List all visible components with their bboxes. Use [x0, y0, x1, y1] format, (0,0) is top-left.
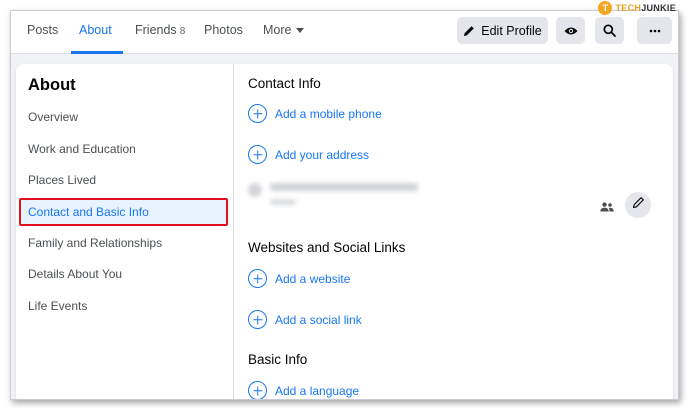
sidebar-item-overview[interactable]: Overview	[28, 110, 78, 124]
friends-count: 8	[179, 26, 186, 37]
add-social-link-link[interactable]: Add a social link	[248, 310, 362, 329]
active-tab-indicator	[71, 51, 123, 54]
profile-nav-bar: Posts About Friends 8 Photos More Edit Pr…	[11, 11, 678, 54]
about-title: About	[28, 76, 76, 94]
sidebar-item-contact-basic-info[interactable]: Contact and Basic Info	[28, 205, 149, 219]
plus-circle-icon	[248, 145, 267, 164]
search-icon	[603, 24, 616, 37]
websites-social-links-title: Websites and Social Links	[248, 240, 406, 255]
add-mobile-phone-label: Add a mobile phone	[275, 106, 382, 121]
friends-audience-icon[interactable]	[600, 199, 614, 217]
sidebar-item-details-about-you[interactable]: Details About You	[28, 267, 122, 281]
pencil-icon	[463, 25, 475, 37]
tab-friends[interactable]: Friends 8	[135, 23, 185, 37]
add-address-link[interactable]: Add your address	[248, 145, 369, 164]
add-address-label: Add your address	[275, 147, 370, 162]
ellipsis-icon	[649, 29, 661, 33]
blurred-email-text	[270, 183, 418, 191]
techjunkie-logo-icon: T	[598, 1, 613, 15]
plus-circle-icon	[248, 310, 267, 329]
email-icon	[248, 183, 262, 197]
tab-posts[interactable]: Posts	[27, 23, 58, 37]
add-website-label: Add a website	[275, 271, 351, 286]
eye-icon	[564, 26, 578, 36]
sidebar-item-work-education[interactable]: Work and Education	[28, 142, 136, 156]
plus-circle-icon	[248, 104, 267, 123]
techjunkie-watermark: T TECHJUNKIE	[598, 1, 676, 15]
add-mobile-phone-link[interactable]: Add a mobile phone	[248, 104, 382, 123]
view-as-button[interactable]	[556, 17, 585, 44]
facebook-profile-window: Posts About Friends 8 Photos More Edit Pr…	[10, 10, 679, 400]
search-button[interactable]	[595, 17, 624, 44]
tab-about[interactable]: About	[79, 23, 112, 37]
pencil-icon	[632, 196, 645, 214]
contact-info-panel: Contact Info Add a mobile phone Add your…	[234, 64, 673, 399]
about-sidebar: About Overview Work and Education Places…	[16, 64, 234, 399]
tab-friends-label: Friends	[135, 23, 177, 37]
contact-info-title: Contact Info	[248, 76, 321, 91]
tab-more[interactable]: More	[263, 23, 305, 37]
tab-more-label: More	[263, 23, 292, 37]
tab-photos[interactable]: Photos	[204, 23, 243, 37]
basic-info-title: Basic Info	[248, 352, 308, 367]
sidebar-item-life-events[interactable]: Life Events	[28, 299, 87, 313]
edit-profile-button[interactable]: Edit Profile	[457, 17, 548, 44]
more-options-button[interactable]	[637, 17, 672, 44]
blurred-email-type	[270, 199, 296, 205]
plus-circle-icon	[248, 381, 267, 399]
about-card: About Overview Work and Education Places…	[16, 64, 673, 399]
watermark-text: TECHJUNKIE	[615, 3, 676, 13]
sidebar-item-family-relationships[interactable]: Family and Relationships	[28, 236, 162, 250]
add-language-label: Add a language	[275, 383, 360, 398]
plus-circle-icon	[248, 269, 267, 288]
caret-down-icon	[296, 28, 305, 34]
add-language-link[interactable]: Add a language	[248, 381, 360, 399]
sidebar-item-places-lived[interactable]: Places Lived	[28, 173, 96, 187]
add-social-link-label: Add a social link	[275, 312, 362, 327]
add-website-link[interactable]: Add a website	[248, 269, 350, 288]
edit-profile-label: Edit Profile	[481, 23, 542, 38]
edit-email-button[interactable]	[625, 192, 651, 218]
